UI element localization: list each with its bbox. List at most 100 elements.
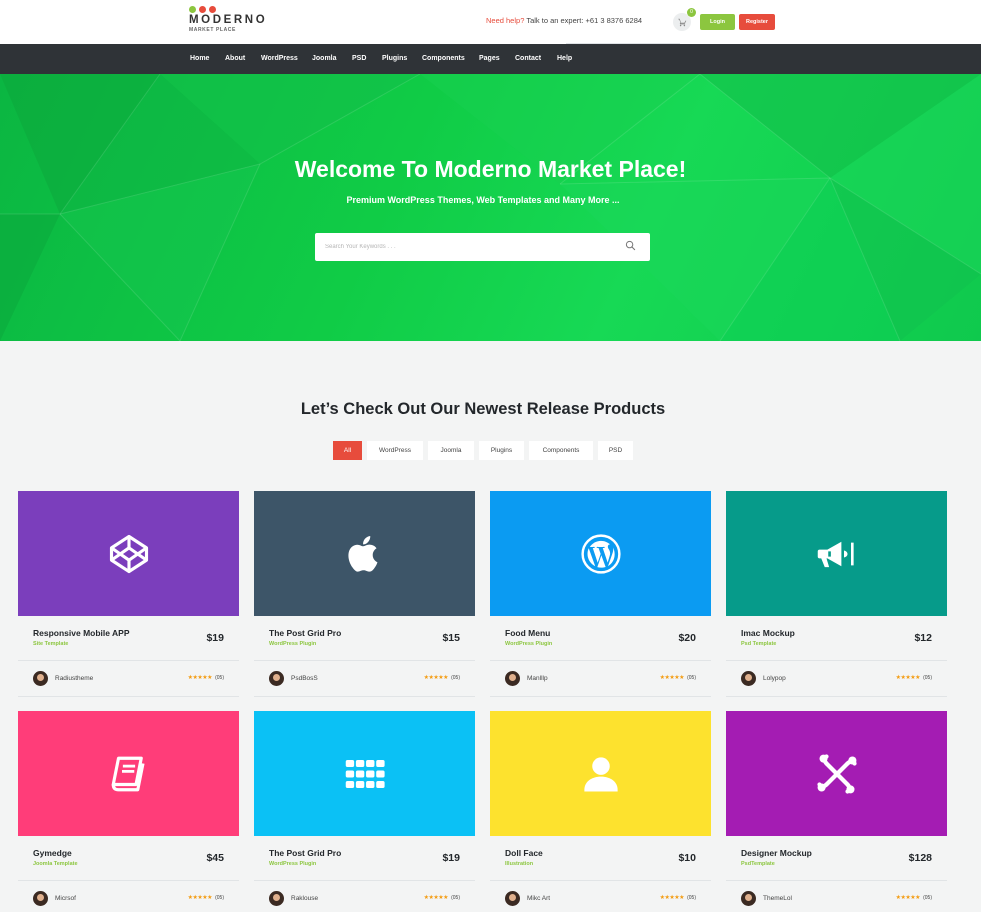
logo-dot [189, 6, 196, 13]
nav-item-components[interactable]: Components [422, 55, 465, 62]
author-name[interactable]: Mikc Art [527, 895, 550, 902]
login-button[interactable]: Login [700, 14, 735, 30]
nav-item-contact[interactable]: Contact [515, 55, 541, 62]
cart-count-badge: 0 [687, 8, 696, 17]
register-button[interactable]: Register [739, 14, 775, 30]
product-info: Responsive Mobile APP Site Template $19 … [18, 616, 239, 697]
product-card[interactable]: The Post Grid Pro WordPress Plugin $19 R… [254, 711, 475, 912]
filter-components[interactable]: Components [529, 441, 593, 460]
author-name[interactable]: Raklouse [291, 895, 318, 902]
apple-icon [347, 535, 377, 572]
product-card[interactable]: Food Menu WordPress Plugin $20 Manlllp ★… [490, 491, 711, 697]
main-nav: Home About WordPress Joomla PSD Plugins … [0, 44, 981, 74]
product-name[interactable]: Food Menu [505, 628, 550, 638]
product-card[interactable]: Imac Mockup Psd Template $12 Lolypop ★★★… [726, 491, 947, 697]
review-count: (05) [215, 895, 224, 901]
product-info: Imac Mockup Psd Template $12 Lolypop ★★★… [726, 616, 947, 697]
review-count: (05) [687, 895, 696, 901]
author-name[interactable]: Manlllp [527, 675, 548, 682]
nav-item-pages[interactable]: Pages [479, 55, 500, 62]
product-category[interactable]: Illustration [505, 861, 533, 867]
product-price: $12 [914, 632, 932, 644]
logo-dot [209, 6, 216, 13]
product-thumbnail[interactable] [490, 491, 711, 616]
cart-button[interactable]: 0 [673, 8, 696, 31]
product-info: Gymedge Joomla Template $45 Micrsof ★★★★… [18, 836, 239, 912]
product-thumbnail[interactable] [726, 711, 947, 836]
author-name[interactable]: Micrsof [55, 895, 76, 902]
filter-wordpress[interactable]: WordPress [367, 441, 423, 460]
logo-dots [189, 6, 267, 13]
divider [490, 660, 711, 661]
search-input[interactable] [325, 239, 605, 255]
product-card[interactable]: Doll Face Illustration $10 Mikc Art ★★★★… [490, 711, 711, 912]
product-card[interactable]: The Post Grid Pro WordPress Plugin $15 P… [254, 491, 475, 697]
nav-item-home[interactable]: Home [190, 55, 209, 62]
author-avatar[interactable] [505, 671, 520, 686]
codepen-icon [109, 534, 148, 573]
product-thumbnail[interactable] [18, 491, 239, 616]
product-thumbnail[interactable] [254, 491, 475, 616]
filter-all[interactable]: All [333, 441, 362, 460]
author-avatar[interactable] [505, 891, 520, 906]
rating-stars: ★★★★★ [895, 675, 921, 681]
search-icon[interactable] [625, 240, 636, 251]
author-name[interactable]: ThemeLol [763, 895, 792, 902]
author-name[interactable]: Radiustheme [55, 675, 93, 682]
product-name[interactable]: Gymedge [33, 848, 72, 858]
divider [18, 660, 239, 661]
nav-item-wordpress[interactable]: WordPress [261, 55, 298, 62]
rating-stars: ★★★★★ [659, 895, 685, 901]
nav-item-about[interactable]: About [225, 55, 245, 62]
product-category[interactable]: WordPress Plugin [269, 641, 316, 647]
author-avatar[interactable] [741, 671, 756, 686]
product-category[interactable]: PsdTemplate [741, 861, 775, 867]
product-price: $20 [678, 632, 696, 644]
author-avatar[interactable] [33, 891, 48, 906]
product-name[interactable]: The Post Grid Pro [269, 628, 341, 638]
rating-stars: ★★★★★ [187, 675, 213, 681]
product-thumbnail[interactable] [726, 491, 947, 616]
product-category[interactable]: WordPress Plugin [505, 641, 552, 647]
filter-joomla[interactable]: Joomla [428, 441, 474, 460]
rating-stars: ★★★★★ [423, 675, 449, 681]
filter-psd[interactable]: PSD [598, 441, 633, 460]
divider [490, 696, 711, 697]
author-name[interactable]: PsdBosS [291, 675, 318, 682]
author-avatar[interactable] [269, 671, 284, 686]
product-name[interactable]: The Post Grid Pro [269, 848, 341, 858]
filter-plugins[interactable]: Plugins [479, 441, 524, 460]
product-category[interactable]: Joomla Template [33, 861, 78, 867]
product-category[interactable]: WordPress Plugin [269, 861, 316, 867]
product-name[interactable]: Imac Mockup [741, 628, 795, 638]
user-icon [583, 756, 618, 791]
product-thumbnail[interactable] [18, 711, 239, 836]
author-name[interactable]: Lolypop [763, 675, 786, 682]
author-avatar[interactable] [741, 891, 756, 906]
site-logo[interactable]: MODERNO MARKET PLACE [189, 6, 267, 33]
product-name[interactable]: Designer Mockup [741, 848, 812, 858]
nav-item-joomla[interactable]: Joomla [312, 55, 337, 62]
product-thumbnail[interactable] [254, 711, 475, 836]
product-price: $10 [678, 852, 696, 864]
rating-stars: ★★★★★ [659, 675, 685, 681]
divider [726, 880, 947, 881]
hero-subtitle: Premium WordPress Themes, Web Templates … [346, 195, 620, 205]
nav-item-help[interactable]: Help [557, 55, 572, 62]
product-name[interactable]: Doll Face [505, 848, 543, 858]
nav-item-psd[interactable]: PSD [352, 55, 366, 62]
product-category[interactable]: Site Template [33, 641, 68, 647]
product-card[interactable]: Responsive Mobile APP Site Template $19 … [18, 491, 239, 697]
product-thumbnail[interactable] [490, 711, 711, 836]
review-count: (05) [451, 675, 460, 681]
nav-item-plugins[interactable]: Plugins [382, 55, 407, 62]
product-card[interactable]: Designer Mockup PsdTemplate $128 ThemeLo… [726, 711, 947, 912]
product-card[interactable]: Gymedge Joomla Template $45 Micrsof ★★★★… [18, 711, 239, 912]
product-category[interactable]: Psd Template [741, 641, 776, 647]
author-avatar[interactable] [269, 891, 284, 906]
review-count: (05) [923, 895, 932, 901]
filter-tabs: All WordPress Joomla Plugins Components … [333, 441, 633, 460]
product-price: $128 [908, 852, 932, 864]
product-name[interactable]: Responsive Mobile APP [33, 628, 130, 638]
author-avatar[interactable] [33, 671, 48, 686]
